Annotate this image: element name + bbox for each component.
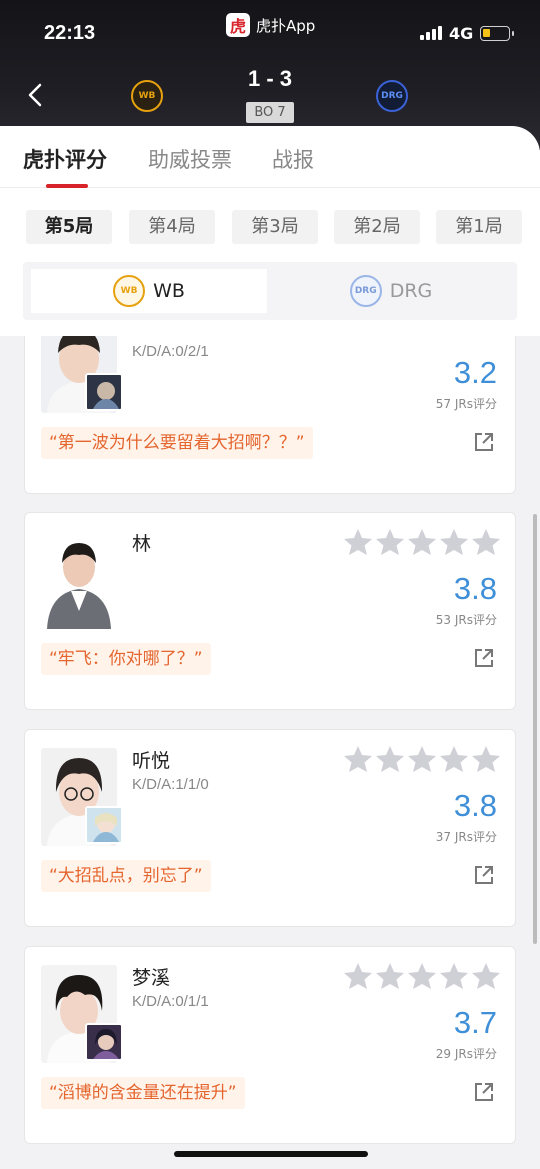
rating-count: 37 JRs评分 (435, 830, 497, 844)
share-external-icon[interactable] (473, 431, 495, 453)
top-comment[interactable]: “牢飞：你对哪了？” (41, 643, 211, 675)
share-external-icon[interactable] (473, 864, 495, 886)
tab-rating[interactable]: 虎扑评分 (23, 144, 107, 174)
game-selector-panel: 第5局 第4局 第3局 第2局 第1局 WB WB DRG DRG (0, 188, 540, 336)
star-icon[interactable] (471, 527, 501, 557)
star-icon[interactable] (407, 527, 437, 557)
player-name: 听悦 (132, 750, 171, 772)
rating-stars[interactable] (343, 961, 501, 991)
team-option-wb[interactable]: WB WB (31, 269, 267, 313)
rating-count: 53 JRs评分 (435, 613, 497, 627)
chevron-left-icon (28, 83, 42, 107)
game-tab-1[interactable]: 第1局 (436, 210, 522, 244)
status-time: 22:13 (44, 22, 96, 44)
page: 22:13 虎 虎扑App 4G WB 1 - 3 BO 7 DRG 虎扑评分 … (0, 0, 540, 1169)
star-icon[interactable] (375, 527, 405, 557)
rating-count: 29 JRs评分 (435, 1047, 497, 1061)
player-name: 梦溪 (132, 967, 171, 989)
star-icon[interactable] (471, 744, 501, 774)
team-option-drg[interactable]: DRG DRG (273, 269, 509, 313)
player-kda: K/D/A:0/2/1 (132, 343, 209, 360)
battery-icon (480, 26, 514, 41)
app-name: 虎扑App (256, 16, 316, 35)
star-icon[interactable] (439, 744, 469, 774)
rating-count: 57 JRs评分 (435, 397, 497, 411)
player-avatar (41, 531, 117, 629)
star-icon[interactable] (343, 744, 373, 774)
player-rating: 3.7 (453, 1005, 497, 1040)
star-icon[interactable] (439, 527, 469, 557)
network-type: 4G (449, 24, 474, 43)
rating-stars[interactable] (343, 744, 501, 774)
home-team-logo[interactable]: WB (131, 80, 163, 112)
star-icon[interactable] (375, 961, 405, 991)
signal-icon (420, 26, 442, 40)
player-card[interactable]: 林 3.8 53 JRs评分 “牢飞：你对哪了？” (24, 512, 516, 710)
player-card[interactable]: K/D/A:0/2/1 3.2 57 JRs评分 “第一波为什么要留着大招啊？？… (24, 336, 516, 494)
match-score: 1 - 3 (247, 66, 293, 91)
back-button[interactable] (22, 80, 50, 110)
top-comment[interactable]: “大招乱点，别忘了” (41, 860, 211, 892)
star-icon[interactable] (407, 744, 437, 774)
top-comment[interactable]: “滔博的含金量还在提升” (41, 1077, 245, 1109)
player-card[interactable]: 听悦 K/D/A:1/1/0 3.8 37 JRs评分 “大招乱点，别忘了” (24, 729, 516, 927)
match-format-badge: BO 7 (246, 102, 294, 123)
tab-report[interactable]: 战报 (272, 144, 314, 174)
app-indicator[interactable]: 虎 虎扑App (226, 13, 315, 37)
wb-logo-icon: WB (113, 275, 146, 307)
star-icon[interactable] (375, 744, 405, 774)
player-rating: 3.8 (453, 788, 497, 823)
rating-stars[interactable] (343, 527, 501, 557)
player-kda: K/D/A:1/1/0 (132, 776, 209, 793)
game-tab-3[interactable]: 第3局 (232, 210, 318, 244)
star-icon[interactable] (439, 961, 469, 991)
star-icon[interactable] (471, 961, 501, 991)
player-rating-list[interactable]: K/D/A:0/2/1 3.2 57 JRs评分 “第一波为什么要留着大招啊？？… (0, 336, 540, 1169)
team-switch: WB WB DRG DRG (23, 262, 517, 320)
hero-portrait (85, 1023, 123, 1061)
player-card[interactable]: 梦溪 K/D/A:0/1/1 3.7 29 JRs评分 “滔博的含金量还在提升” (24, 946, 516, 1144)
drg-logo-icon: DRG (349, 275, 382, 307)
star-icon[interactable] (343, 961, 373, 991)
hero-portrait (85, 373, 123, 411)
game-tab-5[interactable]: 第5局 (26, 210, 112, 244)
player-name: 林 (132, 533, 152, 555)
battery-fill (483, 29, 490, 37)
away-team-logo[interactable]: DRG (376, 80, 408, 112)
home-indicator[interactable] (174, 1151, 368, 1157)
game-tab-2[interactable]: 第2局 (334, 210, 420, 244)
star-icon[interactable] (343, 527, 373, 557)
star-icon[interactable] (407, 961, 437, 991)
player-kda: K/D/A:0/1/1 (132, 993, 209, 1010)
share-external-icon[interactable] (473, 1081, 495, 1103)
share-external-icon[interactable] (473, 647, 495, 669)
hero-portrait (85, 806, 123, 844)
player-rating: 3.8 (453, 571, 497, 606)
tab-bar: 虎扑评分 助威投票 战报 (0, 126, 540, 188)
game-tab-4[interactable]: 第4局 (129, 210, 215, 244)
tab-vote[interactable]: 助威投票 (148, 144, 232, 174)
player-rating: 3.2 (453, 355, 497, 390)
hupu-logo-icon: 虎 (226, 13, 250, 37)
scrollbar[interactable] (533, 514, 537, 944)
top-comment[interactable]: “第一波为什么要留着大招啊？？” (41, 427, 313, 459)
